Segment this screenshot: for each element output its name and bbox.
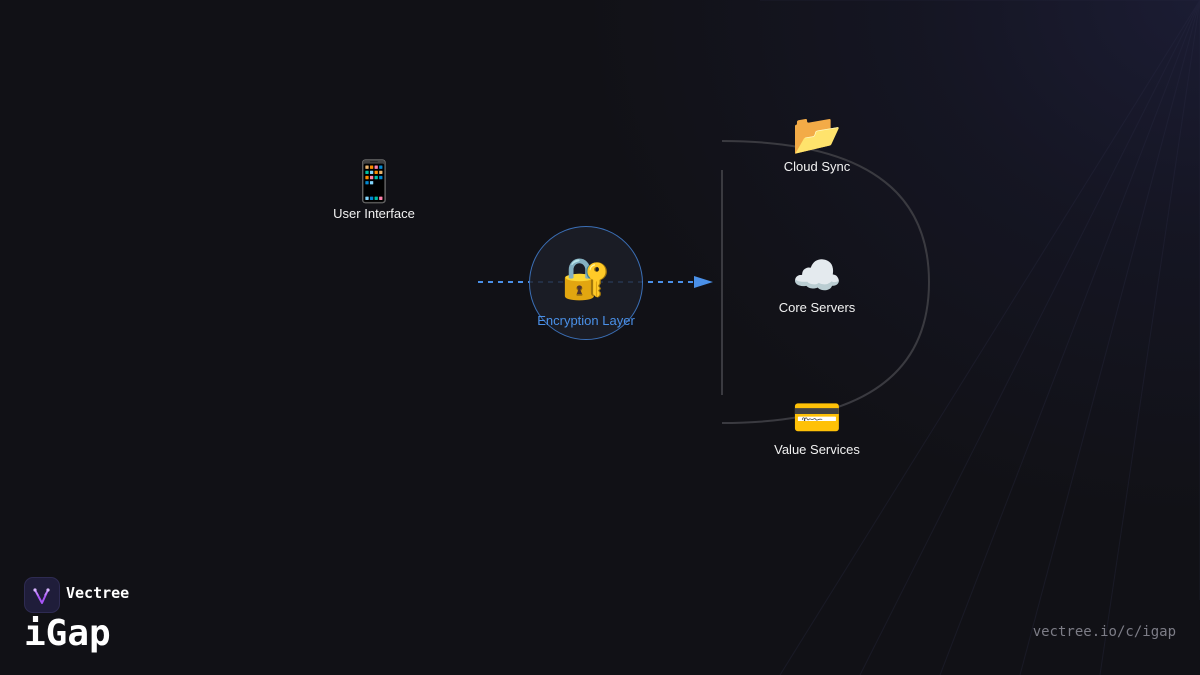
mobile-phone-icon: 📱 [349,160,399,204]
open-folder-icon: 📂 [792,113,842,157]
node-label-encryption-layer: Encryption Layer [537,313,635,328]
node-core-servers: ☁️ Core Servers [747,254,887,315]
node-label: Cloud Sync [783,159,851,174]
node-value-services: 💳 Value Services [747,396,887,457]
node-label: Value Services [774,442,860,457]
cloud-icon: ☁️ [792,254,842,298]
credit-card-icon: 💳 [792,396,842,440]
locked-with-key-icon: 🔐 [561,257,611,301]
node-label: Core Servers [778,300,856,315]
flow-arrowhead [694,276,713,288]
node-cloud-sync: 📂 Cloud Sync [747,113,887,174]
product-title: iGap [24,613,111,654]
node-label: User Interface [333,206,415,221]
node-user-interface: 📱 User Interface [304,160,444,221]
brand-url: vectree.io/c/igap [1032,624,1176,640]
brand-name: Vectree [66,584,130,602]
vectree-logo-icon [24,577,60,613]
